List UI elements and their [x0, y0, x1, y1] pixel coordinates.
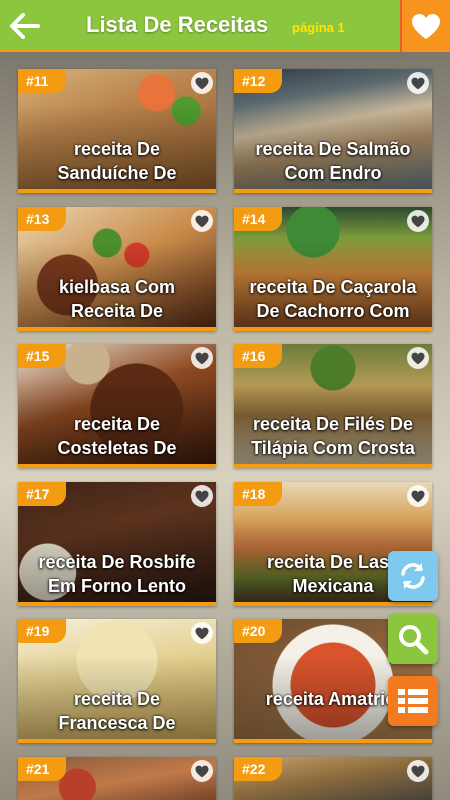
heart-icon: [195, 352, 209, 364]
recipe-title-line: receita De Salmão: [255, 139, 411, 159]
heart-icon: [412, 13, 440, 39]
recipe-title-line: receita De Rosbife: [38, 552, 196, 572]
recipe-title-line: kielbasa Com: [58, 277, 176, 297]
arrow-left-icon: [10, 13, 40, 39]
recipe-card[interactable]: #21: [18, 757, 216, 800]
recipe-title-line: receita De: [73, 689, 161, 709]
recipe-grid: #11 receita De Sanduíche De #12 receita …: [0, 52, 450, 800]
heart-icon: [411, 77, 425, 89]
recipe-number-badge: #18: [234, 482, 282, 506]
back-button[interactable]: [6, 8, 44, 44]
recipe-card[interactable]: #17 receita De Rosbife Em Forno Lento: [18, 482, 216, 606]
page-indicator: página 1: [292, 20, 345, 35]
favorite-toggle[interactable]: [191, 760, 213, 782]
recipe-title: receita De Filés De Tilápia Com Crosta: [238, 412, 428, 460]
recipe-number-badge: #22: [234, 757, 282, 781]
recipe-number-badge: #19: [18, 619, 66, 643]
recipe-title-line: Em Forno Lento: [48, 576, 186, 596]
recipe-title: receita De Caçarola De Cachorro Com: [238, 275, 428, 323]
recipe-number-badge: #20: [234, 619, 282, 643]
heart-icon: [195, 627, 209, 639]
favorite-toggle[interactable]: [191, 485, 213, 507]
recipe-card[interactable]: #16 receita De Filés De Tilápia Com Cros…: [234, 344, 432, 468]
recipe-title: receita De Francesca De: [22, 687, 212, 735]
recipe-title-line: receita De Caçarola: [249, 277, 417, 297]
recipe-title-line: Com Endro: [284, 163, 382, 183]
recipe-card[interactable]: #13 kielbasa Com Receita De: [18, 207, 216, 331]
recipe-number-badge: #12: [234, 69, 282, 93]
recipe-number-badge: #13: [18, 207, 66, 231]
favorites-button[interactable]: [400, 0, 450, 52]
recipe-title-line: Receita De: [70, 301, 164, 321]
list-view-button[interactable]: [388, 676, 438, 726]
recipe-title: receita De Costeletas De: [22, 412, 212, 460]
recipe-card[interactable]: #11 receita De Sanduíche De: [18, 69, 216, 193]
recipe-card[interactable]: #22: [234, 757, 432, 800]
app-header: Lista De Receitas página 1: [0, 0, 450, 52]
recipe-title-line: receita De: [73, 414, 161, 434]
recipe-title: receita De Salmão Com Endro: [238, 137, 428, 185]
recipe-card[interactable]: #12 receita De Salmão Com Endro: [234, 69, 432, 193]
heart-icon: [195, 490, 209, 502]
recipe-number-badge: #11: [18, 69, 66, 93]
list-view-icon: [398, 689, 428, 713]
recipe-number-badge: #15: [18, 344, 66, 368]
refresh-icon: [401, 563, 425, 589]
favorite-toggle[interactable]: [407, 347, 429, 369]
recipe-number-badge: #17: [18, 482, 66, 506]
recipe-card[interactable]: #14 receita De Caçarola De Cachorro Com: [234, 207, 432, 331]
heart-icon: [195, 765, 209, 777]
recipe-card[interactable]: #19 receita De Francesca De: [18, 619, 216, 743]
heart-icon: [411, 490, 425, 502]
recipe-number-badge: #14: [234, 207, 282, 231]
heart-icon: [195, 215, 209, 227]
search-icon: [399, 625, 429, 655]
recipe-title-line: Francesca De: [58, 713, 176, 733]
recipe-title-line: Tilápia Com Crosta: [251, 438, 415, 458]
recipe-card[interactable]: #15 receita De Costeletas De: [18, 344, 216, 468]
recipe-number-badge: #16: [234, 344, 282, 368]
recipe-title: kielbasa Com Receita De: [22, 275, 212, 323]
recipe-title-line: De Cachorro Com: [256, 301, 410, 321]
favorite-toggle[interactable]: [407, 760, 429, 782]
favorite-toggle[interactable]: [407, 72, 429, 94]
heart-icon: [411, 765, 425, 777]
recipe-title: receita De Sanduíche De: [22, 137, 212, 185]
page-title: Lista De Receitas: [86, 12, 269, 37]
favorite-toggle[interactable]: [191, 72, 213, 94]
favorite-toggle[interactable]: [407, 210, 429, 232]
heart-icon: [411, 215, 425, 227]
favorite-toggle[interactable]: [191, 210, 213, 232]
recipe-title-line: receita De: [73, 139, 161, 159]
recipe-title-line: Sanduíche De: [57, 163, 177, 183]
recipe-title-line: Costeletas De: [57, 438, 177, 458]
heart-icon: [411, 352, 425, 364]
heart-icon: [195, 77, 209, 89]
favorite-toggle[interactable]: [407, 485, 429, 507]
favorite-toggle[interactable]: [191, 622, 213, 644]
favorite-toggle[interactable]: [191, 347, 213, 369]
recipe-title: receita De Rosbife Em Forno Lento: [22, 550, 212, 598]
search-button[interactable]: [388, 614, 438, 664]
refresh-button[interactable]: [388, 551, 438, 601]
recipe-title-line: receita De Filés De: [252, 414, 414, 434]
recipe-number-badge: #21: [18, 757, 66, 781]
